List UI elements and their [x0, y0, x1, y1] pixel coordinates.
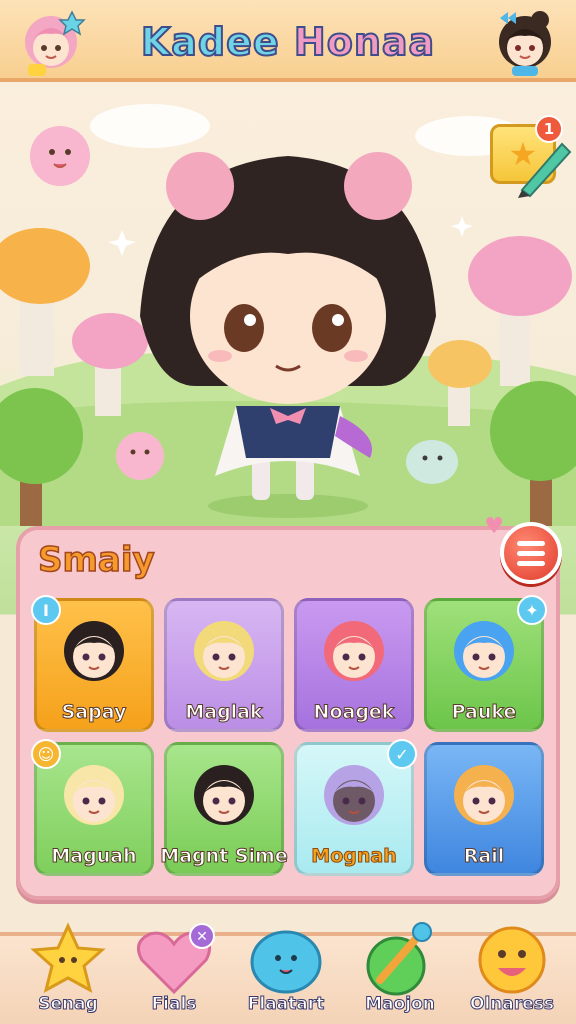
character-portrait [454, 621, 514, 681]
card-corner-badge-icon: ✦ [517, 595, 547, 625]
cloud-icon [90, 104, 210, 148]
character-card[interactable]: Magnt Sime [160, 742, 288, 876]
nav-label: Flaatart [247, 994, 325, 1015]
panel-title: Smaiy [37, 539, 155, 581]
character-portrait [194, 621, 254, 681]
character-portrait [454, 765, 514, 825]
card-corner-badge-icon: I [31, 595, 61, 625]
wand-icon [366, 922, 432, 996]
top-header: Kadee Honaa [0, 0, 576, 82]
svg-text:✕: ✕ [196, 929, 208, 945]
blob-icon [250, 930, 322, 994]
menu-line-icon [517, 540, 545, 546]
pen-icon [518, 142, 572, 198]
nav-label: Maojon [365, 994, 436, 1015]
star-icon [30, 922, 106, 993]
character-select-panel: Smaiy ♥ Sapay I Maglak Noagek Pauke ✦ Maguah ☺ M… [16, 514, 562, 900]
character-name: Noagek [313, 701, 395, 724]
character-portrait [64, 621, 124, 681]
character-card[interactable]: Pauke ✦ [424, 595, 547, 732]
menu-line-icon [517, 550, 545, 556]
pink-creature-icon [30, 126, 90, 186]
character-grid: Sapay I Maglak Noagek Pauke ✦ Maguah ☺ Magnt Sim… [31, 595, 547, 876]
character-name: Pauke [451, 701, 517, 724]
pink-creature-icon [116, 432, 164, 480]
nav-item-fials[interactable]: ✕ Fials [122, 920, 226, 1015]
character-name: Magnt Sime [160, 845, 288, 868]
character-portrait [324, 621, 384, 681]
character-name: Maglak [185, 701, 263, 724]
menu-button[interactable] [500, 522, 562, 584]
card-corner-badge-icon: ✓ [387, 739, 417, 769]
character-name: Mognah [311, 845, 397, 868]
player-avatar-right[interactable] [488, 6, 562, 80]
menu-line-icon [517, 560, 545, 566]
character-portrait [324, 765, 384, 825]
heart-icon: ♥ [484, 514, 504, 539]
nav-label: Senag [38, 994, 99, 1015]
character-card[interactable]: Maglak [164, 598, 284, 732]
character-portrait [194, 765, 254, 825]
nav-item-senag[interactable]: Senag [16, 920, 120, 1015]
character-name: Sapay [61, 701, 127, 724]
nav-label: Fials [151, 994, 197, 1015]
character-name: Rail [463, 845, 505, 868]
character-card[interactable]: Noagek [294, 598, 414, 732]
nav-label: Olnaress [469, 994, 554, 1015]
nav-item-maojon[interactable]: Maojon [348, 920, 452, 1015]
nav-item-flaatart[interactable]: Flaatart [234, 920, 338, 1015]
character-card[interactable]: Maguah ☺ [31, 739, 154, 876]
character-name: Maguah [51, 845, 137, 868]
nav-item-olnaress[interactable]: Olnaress [460, 920, 564, 1015]
card-corner-badge-icon: ☺ [31, 739, 61, 769]
smiley-icon [478, 926, 546, 994]
ghost-creature-icon [406, 440, 458, 484]
character-card[interactable]: Sapay I [31, 595, 154, 732]
character-card[interactable]: Mognah ✓ [294, 739, 417, 876]
bottom-nav: Senag ✕ Fials Flaatart Maojon Olnaress [0, 922, 576, 1024]
heart-icon: ✕ [136, 923, 215, 995]
character-card[interactable]: Rail [424, 742, 544, 876]
character-portrait [64, 765, 124, 825]
